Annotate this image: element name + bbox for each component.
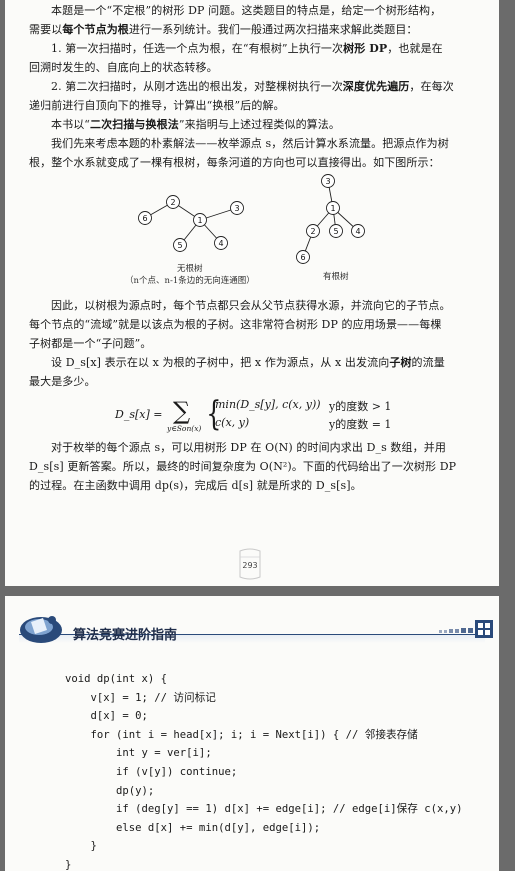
code-line: } xyxy=(65,840,97,853)
header-grid-icon xyxy=(475,620,493,638)
code-line: v[x] = 1; // 访问标记 xyxy=(65,691,216,704)
header-decor-squares xyxy=(433,626,473,634)
paragraph-line: 需要以每个节点为根进行一系列统计。我们一般通过两次扫描来求解此类题目： xyxy=(29,23,418,36)
node-label: 1 xyxy=(197,216,202,225)
paragraph-line: 递归前进行自顶向下的推导，计算出“换根”后的解。 xyxy=(29,99,285,112)
node-label: 4 xyxy=(218,239,223,248)
node-label: 5 xyxy=(177,241,182,250)
header-title: 算法竞赛进阶指南 xyxy=(73,628,178,643)
code-line: d[x] = 0; xyxy=(65,710,148,723)
case2-expr: c(x, y) xyxy=(215,416,250,429)
sum-sign: ∑ xyxy=(173,397,191,425)
formula-lhs: D_s[x] = xyxy=(115,408,163,421)
caption-rooted: 有根树 xyxy=(323,272,349,282)
book-page-294: 算法竞赛进阶指南 void dp(int x) { v[x] = 1; // 访… xyxy=(5,596,499,871)
page-number: 293 xyxy=(242,561,258,570)
formula: D_s[x] = ∑ y∈Son(x) { min(D_s[y], c(x, y… xyxy=(115,394,415,438)
unrooted-tree: 1 2 3 4 5 6 xyxy=(138,195,244,252)
node-label: 2 xyxy=(310,227,315,236)
node-label: 2 xyxy=(170,198,175,207)
node-label: 4 xyxy=(355,227,360,236)
paragraph-line: 本书以“二次扫描与换根法”来指明与上述过程类似的算法。 xyxy=(51,118,340,131)
caption-unrooted-detail: （n个点、n-1条边的无向连通图） xyxy=(125,276,255,286)
code-line: for (int i = head[x]; i; i = Next[i]) { … xyxy=(65,728,418,741)
node-label: 3 xyxy=(234,204,239,213)
code-line: dp(y); xyxy=(65,784,155,797)
caption-unrooted: 无根树 xyxy=(177,264,203,274)
case2-cond: y的度数 = 1 xyxy=(329,418,392,431)
paragraph-line: 对于枚举的每个源点 s，可以用树形 DP 在 O(N) 的时间内求出 D_s 数… xyxy=(51,441,446,454)
node-label: 5 xyxy=(333,227,338,236)
node-label: 6 xyxy=(142,214,147,223)
code-line: int y = ver[i]; xyxy=(65,747,212,760)
paragraph-line: 我们先来考虑本题的朴素解法——枚举源点 s，然后计算水系流量。把源点作为树 xyxy=(51,137,449,150)
sum-subscript: y∈Son(x) xyxy=(167,424,202,433)
paragraph-line: D_s[s] 更新答案。所以，最终的时间复杂度为 O(N²)。下面的代码给出了一… xyxy=(29,460,457,473)
paragraph-line: 最大是多少。 xyxy=(29,375,96,388)
code-line: } xyxy=(65,859,72,871)
header-logo-icon xyxy=(20,616,62,643)
paragraph-line: 2. 第二次扫描时，从刚才选出的根出发，对整棵树执行一次深度优先遍历，在每次 xyxy=(51,80,454,93)
code-line: if (v[y]) continue; xyxy=(65,766,238,778)
node-label: 3 xyxy=(325,177,330,186)
code-line: void dp(int x) { xyxy=(65,673,168,685)
paragraph-line: 子树都是一个“子问题”。 xyxy=(29,337,152,350)
paragraph-line: 的过程。在主函数中调用 dp(s)，完成后 d[s] 就是所求的 D_s[s]。 xyxy=(29,479,362,492)
paragraph-line: 本题是一个“不定根”的树形 DP 问题。这类题目的特点是，给定一个树形结构， xyxy=(51,4,442,17)
paragraph-line: 回溯时发生的、自底向上的状态转移。 xyxy=(29,61,218,74)
case1-expr: min(D_s[y], c(x, y)) xyxy=(215,398,321,411)
paragraph-line: 1. 第一次扫描时，任选一个点为根，在“有根树”上执行一次树形 DP，也就是在 xyxy=(51,42,443,55)
node-label: 1 xyxy=(330,204,335,213)
code-line: else d[x] += min(d[y], edge[i]); xyxy=(65,821,321,834)
node-label: 6 xyxy=(300,253,305,262)
paragraph-line: 每个节点的“流域”就是以该点为根的子树。这非常符合树形 DP 的应用场景——每棵 xyxy=(29,318,442,331)
code-line: if (deg[y] == 1) d[x] += edge[i]; // edg… xyxy=(65,803,463,816)
rooted-tree: 3 1 2 5 4 6 xyxy=(296,174,365,264)
paragraph-line: 设 D_s[x] 表示在以 x 为根的子树中，把 x 作为源点，从 x 出发流向… xyxy=(51,356,445,369)
paragraph-line: 因此，以树根为源点时，每个节点都只会从父节点获得水源，并流向它的子节点。 xyxy=(51,299,451,312)
paragraph-line: 根，整个水系就变成了一棵有根树，每条河道的方向也可以直接得出。如下图所示： xyxy=(29,156,440,169)
case1-cond: y的度数 > 1 xyxy=(329,400,392,413)
book-page-293: 本题是一个“不定根”的树形 DP 问题。这类题目的特点是，给定一个树形结构， 需… xyxy=(5,0,499,586)
